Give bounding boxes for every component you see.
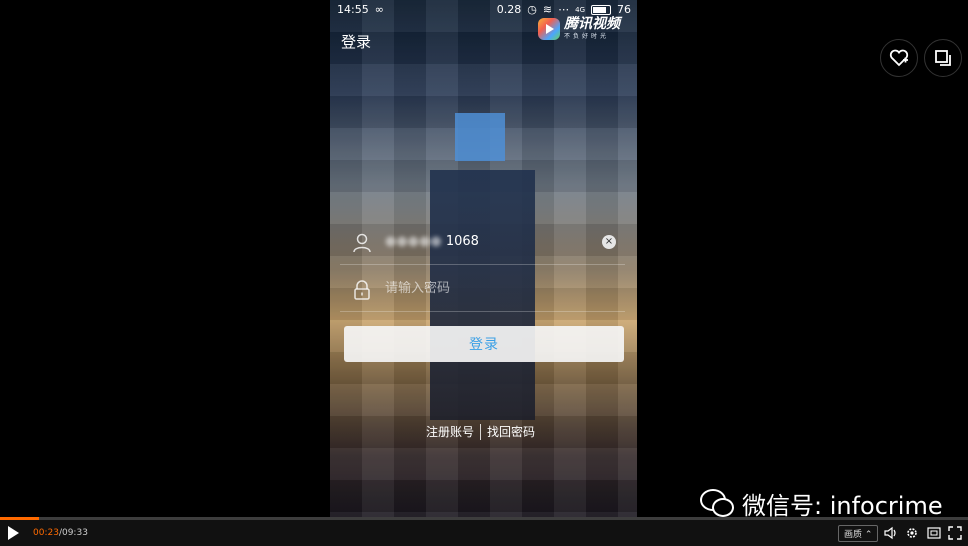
quality-selector[interactable]: 画质 ⌃ <box>838 525 879 542</box>
password-field-row[interactable] <box>340 269 625 312</box>
favorite-add-button[interactable] <box>880 39 918 77</box>
battery-icon <box>591 4 611 15</box>
account-links: 注册账号 找回密码 <box>426 423 535 440</box>
volume-icon[interactable] <box>884 526 898 540</box>
widescreen-icon[interactable] <box>927 526 941 540</box>
lock-icon <box>354 280 370 300</box>
clear-input-button[interactable]: × <box>602 235 616 249</box>
play-button[interactable] <box>5 525 21 541</box>
battery-level: 76 <box>617 3 631 16</box>
register-link[interactable]: 注册账号 <box>426 423 474 440</box>
time-display: 00:23/09:33 <box>33 528 88 538</box>
page-title: 登录 <box>341 33 372 51</box>
quality-label: 画质 <box>844 530 863 540</box>
signal-icon: ⋯ <box>558 3 570 16</box>
network-type: 4G <box>575 5 585 14</box>
account-field-row[interactable]: ●●●●● 1068 × <box>340 222 625 265</box>
pixelated-figure-head <box>455 113 505 161</box>
data-rate: 0.28 <box>496 3 522 16</box>
infinity-icon: ∞ <box>374 3 384 16</box>
logo-subtitle: 不负好时光 <box>564 33 610 40</box>
chevron-up-icon: ⌃ <box>864 530 873 540</box>
logo-text: 腾讯视频 <box>564 16 620 32</box>
total-time: 09:33 <box>61 528 88 538</box>
play-logo-icon <box>538 17 560 40</box>
watermark-text: 微信号: infocrime <box>742 492 943 520</box>
masked-account-prefix: ●●●●● <box>385 234 442 249</box>
link-divider <box>480 423 482 440</box>
wifi-icon: ≋ <box>542 3 553 16</box>
fullscreen-icon[interactable] <box>948 526 962 540</box>
status-right: 0.28 ◷ ≋ ⋯ 4G 76 <box>497 3 631 16</box>
user-icon <box>353 233 371 253</box>
account-value: 1068 <box>445 234 479 249</box>
password-input[interactable] <box>385 281 585 296</box>
wechat-icon <box>700 488 734 519</box>
login-button[interactable]: 登录 <box>344 326 624 362</box>
heart-plus-icon <box>889 49 909 67</box>
status-time: 14:55 <box>337 3 369 16</box>
pip-icon <box>935 50 951 66</box>
current-time: 00:23 <box>33 528 59 538</box>
close-icon: × <box>604 236 614 247</box>
account-input[interactable]: ●●●●● 1068 <box>385 234 585 249</box>
tencent-video-logo: 腾讯视频 不负好时光 <box>538 17 620 40</box>
clock-icon: ◷ <box>527 3 537 16</box>
wechat-watermark: 微信号: infocrime <box>700 486 943 521</box>
picture-in-picture-button[interactable] <box>924 39 962 77</box>
player-controls: 00:23/09:33 画质 ⌃ <box>0 520 968 546</box>
settings-gear-icon[interactable] <box>905 526 919 540</box>
forgot-password-link[interactable]: 找回密码 <box>487 423 535 440</box>
status-left: 14:55 ∞ <box>337 3 384 16</box>
